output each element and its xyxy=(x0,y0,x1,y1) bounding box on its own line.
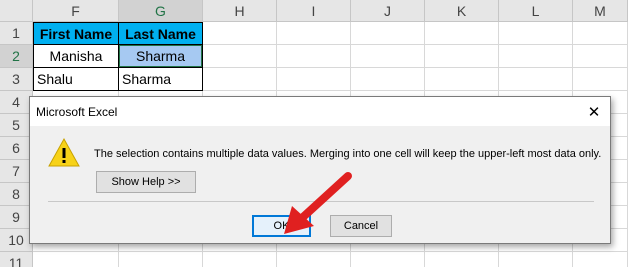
cell[interactable] xyxy=(351,45,425,68)
cell-f3[interactable]: Shalu xyxy=(33,68,119,91)
cell[interactable] xyxy=(203,252,277,267)
close-icon[interactable]: ✕ xyxy=(578,97,610,126)
row-header-4[interactable]: 4 xyxy=(0,91,32,114)
cell[interactable] xyxy=(499,22,573,45)
row-header-9[interactable]: 9 xyxy=(0,206,32,229)
cell[interactable] xyxy=(277,22,351,45)
warning-icon xyxy=(48,137,80,167)
cell[interactable] xyxy=(277,252,351,267)
dialog-message: The selection contains multiple data val… xyxy=(94,148,602,160)
cell[interactable] xyxy=(499,68,573,91)
row-header-11[interactable]: 11 xyxy=(0,252,32,267)
cell[interactable] xyxy=(425,45,499,68)
cell[interactable] xyxy=(351,22,425,45)
dialog-title: Microsoft Excel xyxy=(36,104,118,119)
row-header-2[interactable]: 2 xyxy=(0,45,32,68)
cell-g2-selected[interactable]: Sharma xyxy=(119,45,203,68)
cell[interactable] xyxy=(499,252,573,267)
column-header-m[interactable]: M xyxy=(573,0,628,21)
cell[interactable] xyxy=(203,68,277,91)
column-headers: F G H I J K L M xyxy=(33,0,628,22)
table-row: Manisha Sharma xyxy=(33,45,628,68)
cell[interactable] xyxy=(277,68,351,91)
cell[interactable] xyxy=(203,22,277,45)
cell[interactable] xyxy=(573,45,628,68)
cell[interactable] xyxy=(351,252,425,267)
cell-g1[interactable]: Last Name xyxy=(119,22,203,45)
column-header-j[interactable]: J xyxy=(351,0,425,21)
table-row: First Name Last Name xyxy=(33,22,628,45)
row-header-10[interactable]: 10 xyxy=(0,229,32,252)
row-header-7[interactable]: 7 xyxy=(0,160,32,183)
dialog-titlebar[interactable]: Microsoft Excel ✕ xyxy=(30,97,610,126)
column-header-k[interactable]: K xyxy=(425,0,499,21)
cell[interactable] xyxy=(499,45,573,68)
cell[interactable] xyxy=(203,45,277,68)
row-header-8[interactable]: 8 xyxy=(0,183,32,206)
column-header-h[interactable]: H xyxy=(203,0,277,21)
cell[interactable] xyxy=(573,68,628,91)
cell[interactable] xyxy=(425,252,499,267)
row-header-6[interactable]: 6 xyxy=(0,137,32,160)
table-row: Shalu Sharma xyxy=(33,68,628,91)
red-arrow-icon xyxy=(284,172,352,234)
cell[interactable] xyxy=(573,22,628,45)
table-row xyxy=(33,252,628,267)
cell[interactable] xyxy=(119,252,203,267)
show-help-button[interactable]: Show Help >> xyxy=(96,171,196,193)
column-header-g[interactable]: G xyxy=(119,0,203,21)
cell[interactable] xyxy=(573,252,628,267)
cell-g3[interactable]: Sharma xyxy=(119,68,203,91)
column-header-i[interactable]: I xyxy=(277,0,351,21)
row-header-1[interactable]: 1 xyxy=(0,22,32,45)
select-all-corner[interactable] xyxy=(0,0,33,22)
cell[interactable] xyxy=(425,68,499,91)
cell-f2[interactable]: Manisha xyxy=(33,45,119,68)
column-header-l[interactable]: L xyxy=(499,0,573,21)
row-header-3[interactable]: 3 xyxy=(0,68,32,91)
column-header-f[interactable]: F xyxy=(33,0,119,21)
cell[interactable] xyxy=(351,68,425,91)
cell[interactable] xyxy=(33,252,119,267)
cell[interactable] xyxy=(425,22,499,45)
cell[interactable] xyxy=(277,45,351,68)
cell-f1[interactable]: First Name xyxy=(33,22,119,45)
row-header-5[interactable]: 5 xyxy=(0,114,32,137)
